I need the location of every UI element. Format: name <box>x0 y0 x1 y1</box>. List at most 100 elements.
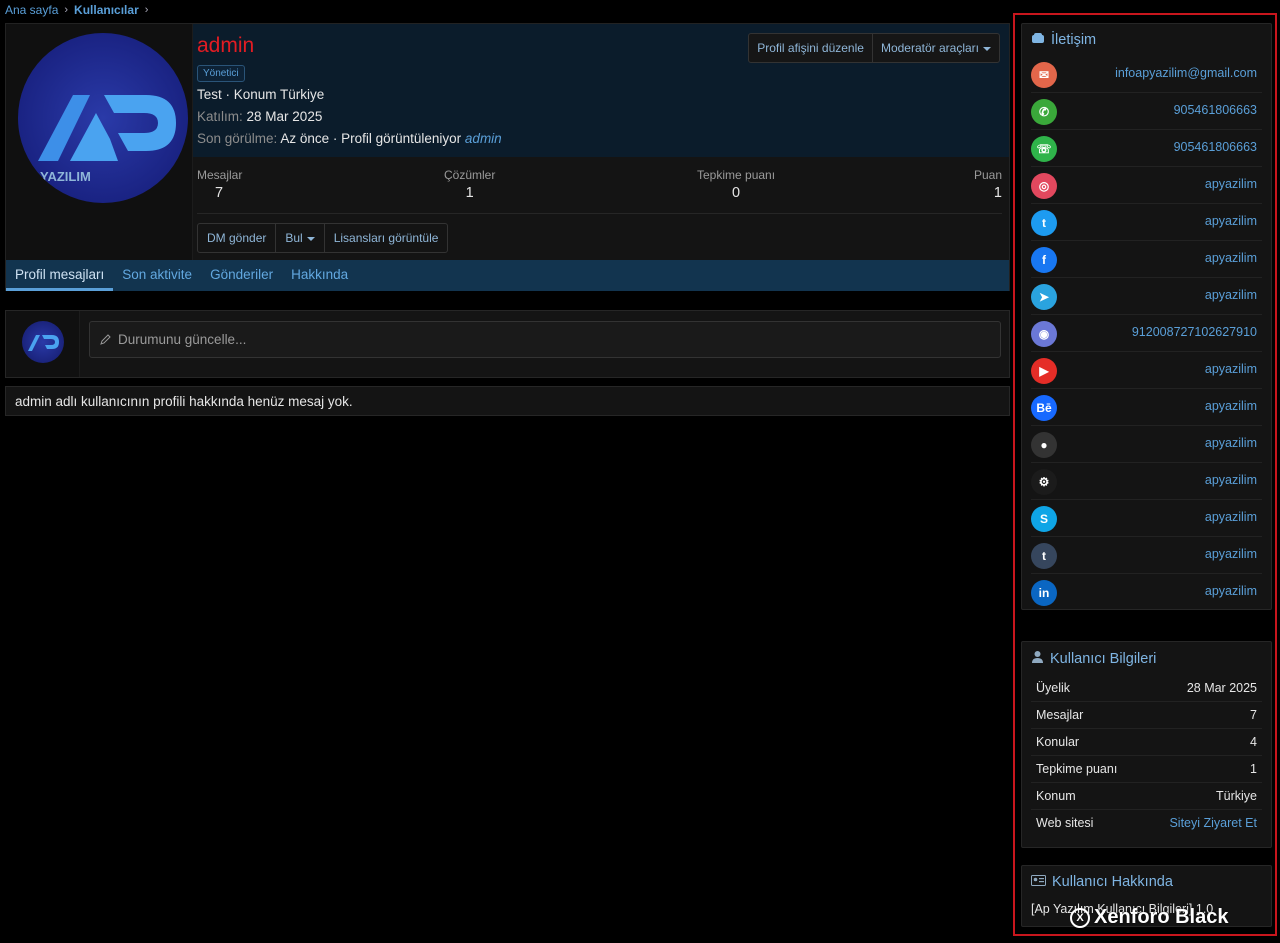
avatar[interactable] <box>22 321 64 363</box>
phone-icon: ✆ <box>1031 99 1057 125</box>
status-update-box: Durumunu güncelle... <box>5 310 1010 378</box>
telegram-icon: ➤ <box>1031 284 1057 310</box>
chevron-right-icon: › <box>64 4 69 16</box>
role-badge: Yönetici <box>197 65 245 82</box>
edit-banner-button[interactable]: Profil afişini düzenle <box>749 34 873 62</box>
tab-about[interactable]: Hakkında <box>282 260 357 291</box>
discord-icon: ◉ <box>1031 321 1057 347</box>
profile-username: admin <box>197 34 255 57</box>
user-info-row: Üyelik 28 Mar 2025 <box>1031 675 1262 702</box>
tumblr-icon: t <box>1031 543 1057 569</box>
stat-label: Puan <box>973 168 1002 182</box>
avatar[interactable]: YAZILIM <box>18 33 188 203</box>
contact-row: t apyazilim <box>1031 537 1262 574</box>
instagram-icon: ◎ <box>1031 173 1057 199</box>
contact-link[interactable]: apyazilim <box>1205 510 1257 524</box>
user-info-label: Üyelik <box>1036 681 1071 695</box>
status-input[interactable]: Durumunu güncelle... <box>89 321 1001 358</box>
tab-recent-activity[interactable]: Son aktivite <box>113 260 201 291</box>
contact-row: Sapyazilim <box>1031 500 1262 537</box>
contact-link[interactable]: apyazilim <box>1205 214 1257 228</box>
contact-row: Bē apyazilim <box>1031 389 1262 426</box>
caret-down-icon <box>983 46 991 51</box>
moderator-tools-button[interactable]: Moderatör araçları <box>873 34 999 62</box>
svg-text:YAZILIM: YAZILIM <box>40 169 91 184</box>
profile-last-seen: Son görülme: Az önce · Profil görüntülen… <box>197 131 502 146</box>
header-button-group: Profil afişini düzenle Moderatör araçlar… <box>748 33 1000 63</box>
contact-link[interactable]: 905461806663 <box>1174 103 1257 117</box>
contact-link[interactable]: apyazilim <box>1205 362 1257 376</box>
contact-link[interactable]: apyazilim <box>1205 547 1257 561</box>
contact-link[interactable]: 912008727102627910 <box>1132 325 1257 339</box>
stat-value: 1 <box>465 185 474 201</box>
stat-messages[interactable]: Mesajlar 7 <box>197 168 242 201</box>
breadcrumb: Ana sayfa › Kullanıcılar › <box>5 3 148 17</box>
contact-link[interactable]: 905461806663 <box>1174 140 1257 154</box>
find-button[interactable]: Bul <box>276 224 325 252</box>
stat-reaction-score[interactable]: Tepkime puanı 0 <box>697 168 775 201</box>
contact-link[interactable]: apyazilim <box>1205 177 1257 191</box>
user-info-value: 4 <box>1250 735 1257 749</box>
status-avatar-column <box>6 311 80 377</box>
contact-link[interactable]: apyazilim <box>1205 436 1257 450</box>
contact-row: ⚙ apyazilim <box>1031 463 1262 500</box>
stat-label: Çözümler <box>444 168 496 182</box>
joined-value: 28 Mar 2025 <box>246 109 323 124</box>
user-info-block: Kullanıcı Bilgileri Üyelik 28 Mar 2025 Mes… <box>1021 641 1272 848</box>
profile-joined: Katılım: 28 Mar 2025 <box>197 109 322 124</box>
chevron-right-icon: › <box>144 4 149 16</box>
contact-block: İletişim ✉ infoapyazilim@gmail.com ✆ 905461… <box>1021 23 1272 610</box>
about-block-title: Kullanıcı Hakkında <box>1022 866 1271 898</box>
ap-logo-icon <box>28 335 59 351</box>
breadcrumb-home[interactable]: Ana sayfa <box>5 3 58 17</box>
last-seen-user-link[interactable]: admin <box>465 131 502 146</box>
stat-label: Mesajlar <box>197 168 243 182</box>
skype-icon: S <box>1031 506 1057 532</box>
profile-action-buttons: DM gönder Bul Lisansları görüntüle <box>197 223 449 253</box>
contact-row: ▶ apyazilim <box>1031 352 1262 389</box>
user-info-row: Konular 4 <box>1031 729 1262 756</box>
contact-link[interactable]: apyazilim <box>1205 473 1257 487</box>
linkedin-icon: in <box>1031 580 1057 606</box>
user-info-value: Türkiye <box>1216 789 1257 803</box>
facebook-icon: f <box>1031 247 1057 273</box>
contact-link[interactable]: apyazilim <box>1205 584 1257 598</box>
dm-send-button[interactable]: DM gönder <box>198 224 277 252</box>
contact-row: ☏ 905461806663 <box>1031 130 1262 167</box>
contact-card-icon <box>1031 32 1045 48</box>
user-info-label: Web sitesi <box>1036 816 1094 830</box>
stat-points[interactable]: Puan 1 <box>974 168 1002 201</box>
twitter-icon: t <box>1031 210 1057 236</box>
tab-profile-messages[interactable]: Profil mesajları <box>6 260 114 291</box>
view-licenses-button[interactable]: Lisansları görüntüle <box>325 224 448 252</box>
user-info-list: Üyelik 28 Mar 2025 Mesajlar 7 Konular 4 Tepkim… <box>1022 675 1271 837</box>
contact-row: ● apyazilim <box>1031 426 1262 463</box>
id-card-icon <box>1031 874 1046 890</box>
user-icon <box>1031 650 1044 667</box>
stat-value: 7 <box>215 185 224 201</box>
contact-link[interactable]: apyazilim <box>1205 251 1257 265</box>
moderator-tools-label: Moderatör araçları <box>880 41 979 55</box>
contact-block-title: İletişim <box>1022 24 1271 56</box>
user-info-block-title: Kullanıcı Bilgileri <box>1022 642 1271 675</box>
contact-list: ✉ infoapyazilim@gmail.com ✆ 905461806663 ☏ 90… <box>1022 56 1271 611</box>
user-info-value: 7 <box>1250 708 1257 722</box>
stat-label: Tepkime puanı <box>697 168 776 182</box>
find-label: Bul <box>285 231 303 245</box>
breadcrumb-users[interactable]: Kullanıcılar <box>74 3 139 17</box>
contact-link[interactable]: infoapyazilim@gmail.com <box>1115 66 1257 80</box>
stat-value: 0 <box>731 185 741 201</box>
contact-link[interactable]: apyazilim <box>1205 288 1257 302</box>
contact-row: ➤ apyazilim <box>1031 278 1262 315</box>
user-info-value: 28 Mar 2025 <box>1186 681 1257 695</box>
contact-row: ✆ 905461806663 <box>1031 93 1262 130</box>
contact-link[interactable]: apyazilim <box>1205 399 1257 413</box>
profile-tabs: Profil mesajları Son aktivite Gönderiler… <box>6 260 1009 291</box>
profile-header: YAZILIM admin Yönetici Test · Konum Türk… <box>5 23 1010 291</box>
user-info-row: Tepkime puanı 1 <box>1031 756 1262 783</box>
tab-postings[interactable]: Gönderiler <box>201 260 282 291</box>
website-link[interactable]: Siteyi Ziyaret Et <box>1169 816 1257 831</box>
contact-row: ✉ infoapyazilim@gmail.com <box>1031 56 1262 93</box>
stat-solutions[interactable]: Çözümler 1 <box>444 168 495 201</box>
avatar-column: YAZILIM <box>6 24 193 260</box>
